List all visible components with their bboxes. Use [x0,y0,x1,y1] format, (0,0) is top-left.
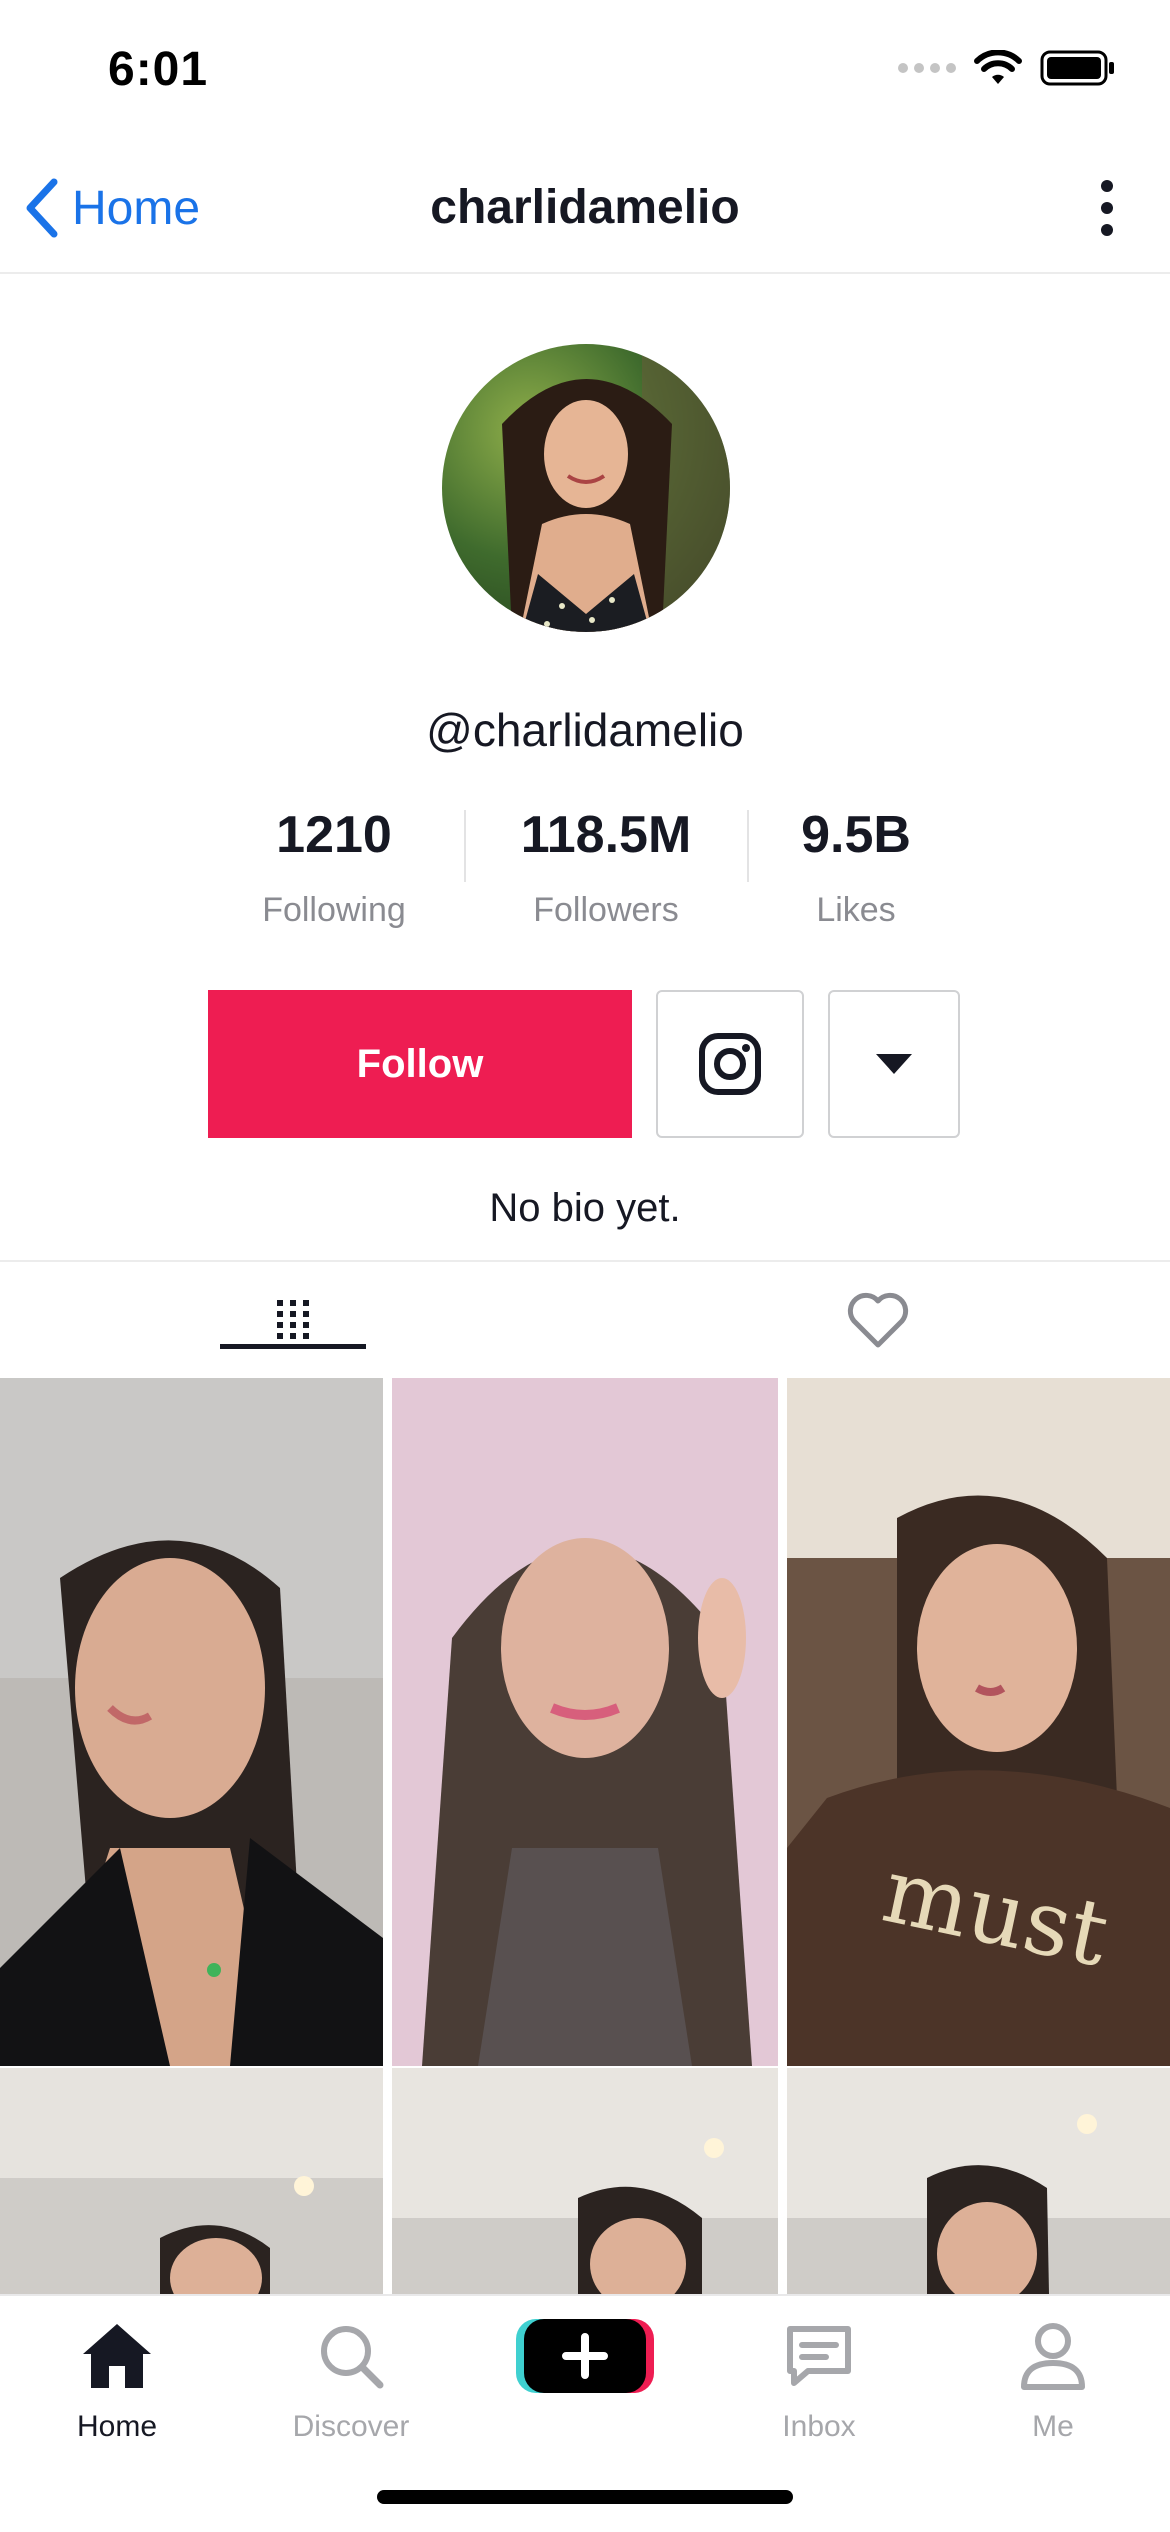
stat-value: 1210 [276,806,392,864]
video-thumbnail[interactable] [392,2068,778,2294]
more-vertical-icon[interactable] [1082,180,1132,236]
navigation-bar: Home charlidamelio [0,140,1170,274]
tab-discover[interactable]: Discover [234,2316,468,2444]
video-thumbnail[interactable] [0,2068,383,2294]
page-title: charlidamelio [430,181,740,234]
instagram-icon [699,1033,761,1095]
video-grid: must [0,1378,1170,2294]
video-thumbnail[interactable] [0,1378,383,2066]
follow-button[interactable]: Follow [208,990,632,1138]
create-button[interactable] [468,2316,702,2396]
wifi-icon [974,50,1022,84]
tab-videos[interactable] [0,1262,585,1378]
profile-username: @charlidamelio [426,704,744,756]
stat-value: 118.5M [520,806,692,864]
heart-icon [847,1292,908,1348]
stat-likes: 9.5B Likes [741,805,971,930]
video-thumbnail[interactable] [787,2068,1170,2294]
grid-icon [276,1300,309,1339]
stat-label: Following [262,891,406,929]
stat-divider [464,810,466,882]
stat-value: 9.5B [801,806,911,864]
battery-icon [1040,50,1114,86]
profile-tabs [0,1262,1170,1378]
tab-home[interactable]: Home [0,2316,234,2444]
status-bar: 6:01 [0,0,1170,140]
profile-stats: 1210 Following 118.5M Followers 9.5B Lik… [0,805,1170,955]
tab-inbox[interactable]: Inbox [702,2316,936,2444]
stat-label: Followers [533,891,679,929]
tab-label: Inbox [782,2410,856,2443]
stat-following[interactable]: 1210 Following [219,805,449,930]
video-thumbnail[interactable]: must [787,1378,1170,2066]
profile-bio: No bio yet. [489,1186,681,1230]
avatar [442,344,730,632]
caret-down-icon [876,1054,912,1074]
person-icon [1021,2323,1085,2390]
stat-label: Likes [816,891,896,929]
stat-divider [747,810,749,882]
stat-followers[interactable]: 118.5M Followers [491,805,721,930]
inbox-icon [787,2326,851,2386]
tab-liked[interactable] [585,1262,1170,1378]
video-thumbnail[interactable] [392,1378,778,2066]
status-icons [898,50,1116,86]
search-icon [321,2326,384,2389]
tab-label: Discover [292,2410,410,2443]
status-time: 6:01 [108,43,209,96]
cellular-signal-icon [898,63,956,73]
tab-me[interactable]: Me [936,2316,1170,2444]
tab-label: Home [76,2410,158,2443]
home-indicator [377,2490,793,2504]
active-tab-indicator [220,1344,366,1349]
create-plus-icon [516,2319,654,2393]
more-options-dropdown[interactable] [828,990,960,1138]
home-icon [83,2324,151,2388]
tab-label: Me [1032,2410,1074,2443]
instagram-button[interactable] [656,990,804,1138]
